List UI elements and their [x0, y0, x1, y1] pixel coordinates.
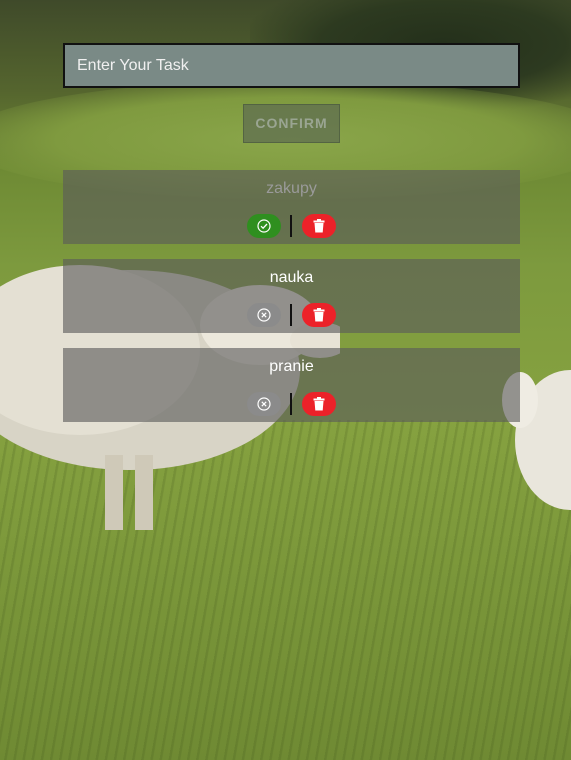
x-circle-icon: [257, 397, 271, 411]
task-actions: [63, 214, 520, 238]
delete-button[interactable]: [302, 214, 336, 238]
action-divider: [290, 304, 292, 326]
trash-icon: [313, 308, 325, 322]
toggle-complete-button[interactable]: [247, 214, 281, 238]
task-card: nauka: [63, 259, 520, 333]
check-circle-icon: [257, 219, 271, 233]
trash-icon: [313, 219, 325, 233]
action-divider: [290, 393, 292, 415]
trash-icon: [313, 397, 325, 411]
x-circle-icon: [257, 308, 271, 322]
task-title: pranie: [269, 358, 314, 375]
action-divider: [290, 215, 292, 237]
confirm-button[interactable]: CONFIRM: [243, 104, 340, 143]
toggle-complete-button[interactable]: [247, 392, 281, 416]
toggle-complete-button[interactable]: [247, 303, 281, 327]
task-title: zakupy: [266, 180, 317, 197]
todo-app: CONFIRM zakupy nauka: [0, 0, 571, 760]
delete-button[interactable]: [302, 303, 336, 327]
task-card: pranie: [63, 348, 520, 422]
task-actions: [63, 392, 520, 416]
task-title: nauka: [269, 269, 314, 286]
task-card: zakupy: [63, 170, 520, 244]
task-input[interactable]: [63, 43, 520, 88]
task-actions: [63, 303, 520, 327]
delete-button[interactable]: [302, 392, 336, 416]
